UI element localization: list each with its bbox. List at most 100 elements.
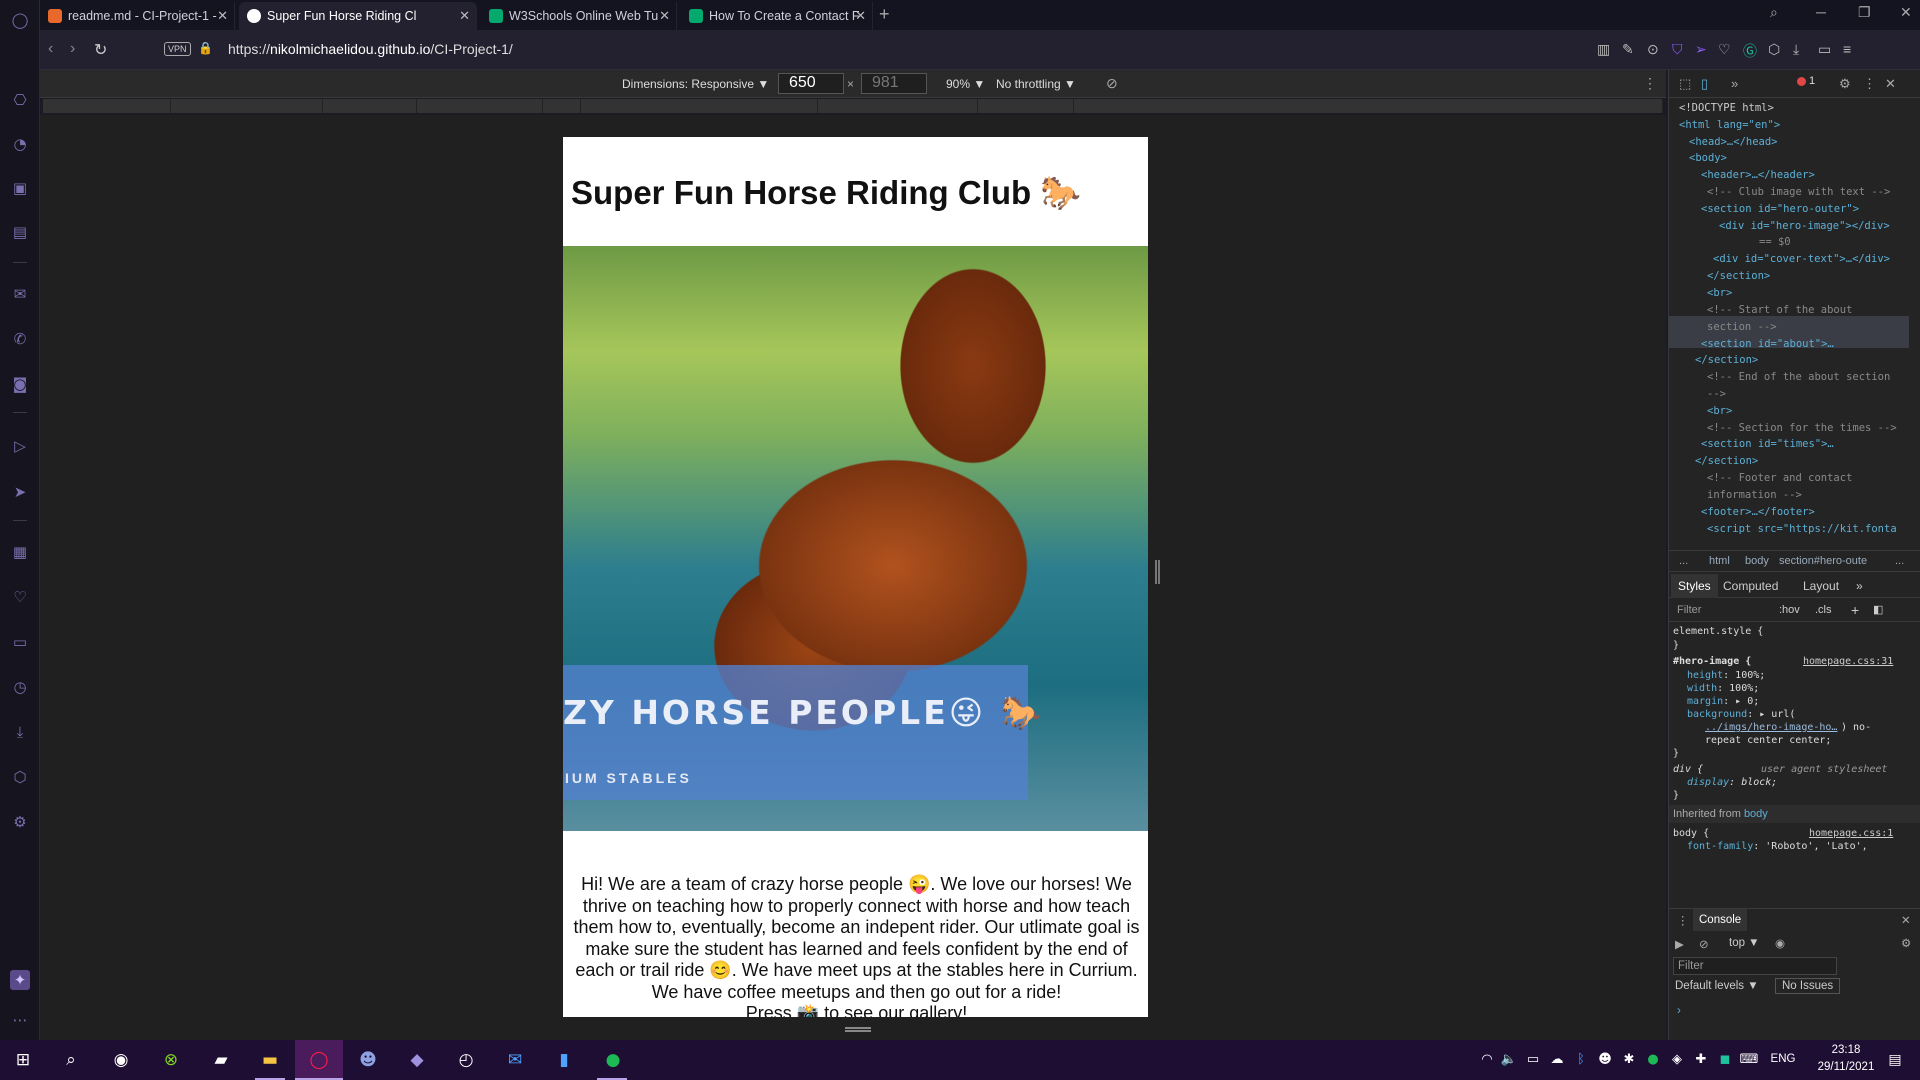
- close-icon[interactable]: ✕: [459, 8, 470, 24]
- stack-icon[interactable]: ▰: [210, 1049, 232, 1071]
- dom-node-selected[interactable]: <div id="hero-image"></div>: [1719, 218, 1890, 235]
- media-query-segment[interactable]: [171, 99, 323, 113]
- tray-app-icon[interactable]: ✚: [1690, 1049, 1712, 1071]
- media-query-segment[interactable]: [43, 99, 171, 113]
- settings-icon[interactable]: ⚙: [1839, 76, 1851, 92]
- media-query-segment[interactable]: [978, 99, 1074, 113]
- body-source-link[interactable]: homepage.css:1: [1809, 827, 1893, 841]
- settings-icon[interactable]: ⚙: [10, 812, 30, 832]
- forward-button[interactable]: ›: [70, 40, 75, 58]
- dom-comment[interactable]: <!-- Start of the about: [1707, 302, 1852, 319]
- tab-w3schools[interactable]: W3Schools Online Web Tu ✕: [481, 2, 677, 30]
- hero-repeat-value[interactable]: repeat center center;: [1705, 734, 1831, 748]
- speedometer-icon[interactable]: ◴: [455, 1049, 477, 1071]
- hero-source-link[interactable]: homepage.css:31: [1803, 655, 1893, 669]
- styles-filter-input[interactable]: Filter: [1677, 604, 1701, 616]
- sidebar-icon[interactable]: ▶: [1675, 937, 1684, 951]
- prop-value[interactable]: 100%;: [1729, 683, 1759, 694]
- tab-contact-form[interactable]: How To Create a Contact F ✕: [681, 2, 873, 30]
- history-icon[interactable]: ◷: [10, 677, 30, 697]
- dom-node[interactable]: </section>: [1707, 268, 1770, 285]
- windows-start-icon[interactable]: ⊞: [12, 1049, 34, 1071]
- console-prompt[interactable]: ›: [1677, 1005, 1681, 1017]
- prop-value[interactable]: 'Roboto', 'Lato',: [1765, 841, 1867, 852]
- tab-readme[interactable]: readme.md - CI-Project-1 - ✕: [40, 2, 235, 30]
- dom-node[interactable]: <html lang="en">: [1679, 117, 1780, 134]
- file-explorer-icon[interactable]: ▬: [259, 1049, 281, 1071]
- add-rule-icon[interactable]: +: [1851, 602, 1859, 618]
- dom-node[interactable]: <!DOCTYPE html>: [1679, 100, 1774, 117]
- disable-touch-icon[interactable]: ⊘: [1106, 75, 1118, 92]
- xbox-icon[interactable]: ⊗: [160, 1049, 182, 1071]
- network-icon[interactable]: ◠: [1476, 1049, 1498, 1071]
- back-button[interactable]: ‹: [48, 40, 53, 58]
- tab-more[interactable]: »: [1856, 579, 1863, 593]
- elements-tree[interactable]: <!DOCTYPE html> <html lang="en"> <head>……: [1669, 100, 1909, 540]
- body-selector[interactable]: body {: [1673, 827, 1709, 841]
- kebab-icon[interactable]: ⋮: [1863, 76, 1876, 92]
- context-dropdown[interactable]: top ▼: [1729, 937, 1760, 949]
- downloads-icon[interactable]: ⤓: [10, 722, 30, 742]
- breadcrumb-item[interactable]: html: [1709, 555, 1730, 567]
- onedrive-icon[interactable]: ☁: [1546, 1049, 1568, 1071]
- tab-styles[interactable]: Styles: [1671, 574, 1718, 598]
- dom-node[interactable]: <br>: [1707, 285, 1732, 302]
- spotify-icon[interactable]: ●: [602, 1049, 624, 1071]
- prop-name[interactable]: margin: [1687, 696, 1723, 707]
- prop-value[interactable]: ▸ 0;: [1735, 696, 1759, 707]
- reload-button[interactable]: ↻: [94, 40, 107, 60]
- vpn-badge[interactable]: VPN: [164, 42, 191, 56]
- opera-gx-icon[interactable]: ◯: [308, 1049, 330, 1071]
- extensions-icon[interactable]: ⬡: [10, 767, 30, 787]
- slack-tray-icon[interactable]: ✱: [1618, 1049, 1640, 1071]
- messenger-icon[interactable]: ✉: [10, 284, 30, 304]
- dom-comment[interactable]: information -->: [1707, 487, 1802, 504]
- device-toggle-icon[interactable]: ▯: [1701, 76, 1708, 92]
- player-icon[interactable]: ▷: [10, 436, 30, 456]
- dom-comment[interactable]: -->: [1707, 386, 1726, 403]
- tab-computed[interactable]: Computed: [1723, 579, 1778, 593]
- media-query-segment[interactable]: [818, 99, 978, 113]
- opera-logo-icon[interactable]: ◯: [10, 10, 30, 30]
- dom-comment[interactable]: <!-- Section for the times -->: [1707, 420, 1897, 437]
- element-style-selector[interactable]: element.style {: [1673, 625, 1763, 639]
- breadcrumb-item[interactable]: ...: [1679, 555, 1688, 567]
- close-icon[interactable]: ✕: [855, 8, 866, 24]
- responsive-page[interactable]: Super Fun Horse Riding Club 🐎 ZY HORSE P…: [563, 137, 1148, 1017]
- pinned-app-icon[interactable]: ✦: [10, 970, 30, 990]
- instagram-icon[interactable]: ◙: [10, 374, 30, 394]
- issues-button[interactable]: No Issues: [1775, 978, 1841, 994]
- flow-icon[interactable]: ➢: [1695, 41, 1707, 58]
- throttling-dropdown[interactable]: No throttling ▼: [996, 77, 1076, 91]
- discord-icon[interactable]: ☻: [357, 1049, 379, 1071]
- inherited-from-link[interactable]: body: [1744, 808, 1768, 820]
- search-icon[interactable]: ⌕: [60, 1049, 82, 1071]
- drawer-menu-icon[interactable]: ⋮: [1677, 913, 1689, 927]
- width-input[interactable]: 650: [778, 73, 844, 94]
- dom-comment[interactable]: <!-- Club image with text -->: [1707, 184, 1890, 201]
- levels-dropdown[interactable]: Default levels ▼: [1675, 980, 1759, 992]
- prop-name[interactable]: height: [1687, 670, 1723, 681]
- dom-node[interactable]: <body>: [1689, 150, 1727, 167]
- edit-icon[interactable]: ✎: [1622, 41, 1634, 58]
- minimize-button[interactable]: ─: [1816, 4, 1826, 20]
- speed-dial-icon[interactable]: ◔: [10, 134, 30, 154]
- url-field[interactable]: https://nikolmichaelidou.github.io/CI-Pr…: [228, 41, 513, 57]
- tab-layout[interactable]: Layout: [1803, 579, 1839, 593]
- tabs-icon[interactable]: ▭: [10, 632, 30, 652]
- phone-app-icon[interactable]: ▮: [553, 1049, 575, 1071]
- error-icon[interactable]: [1797, 77, 1806, 86]
- volume-icon[interactable]: 🔈: [1498, 1049, 1520, 1071]
- send-icon[interactable]: ➤: [10, 482, 30, 502]
- more-icon[interactable]: ⋯: [10, 1010, 30, 1030]
- workspaces-icon[interactable]: ▦: [10, 542, 30, 562]
- reader-icon[interactable]: ▥: [1597, 41, 1610, 58]
- tab-horse-club[interactable]: Super Fun Horse Riding Cl ✕: [239, 2, 477, 30]
- battery-tray-icon[interactable]: ▭: [1522, 1049, 1544, 1071]
- dom-comment[interactable]: <!-- Footer and contact: [1707, 470, 1852, 487]
- resize-handle-right[interactable]: [1155, 560, 1160, 584]
- div-selector[interactable]: div {: [1673, 763, 1703, 777]
- gallery-link[interactable]: Press 📸 to see our gallery!: [569, 1003, 1144, 1017]
- more-tabs-icon[interactable]: »: [1731, 76, 1738, 91]
- close-drawer-icon[interactable]: ✕: [1901, 913, 1911, 927]
